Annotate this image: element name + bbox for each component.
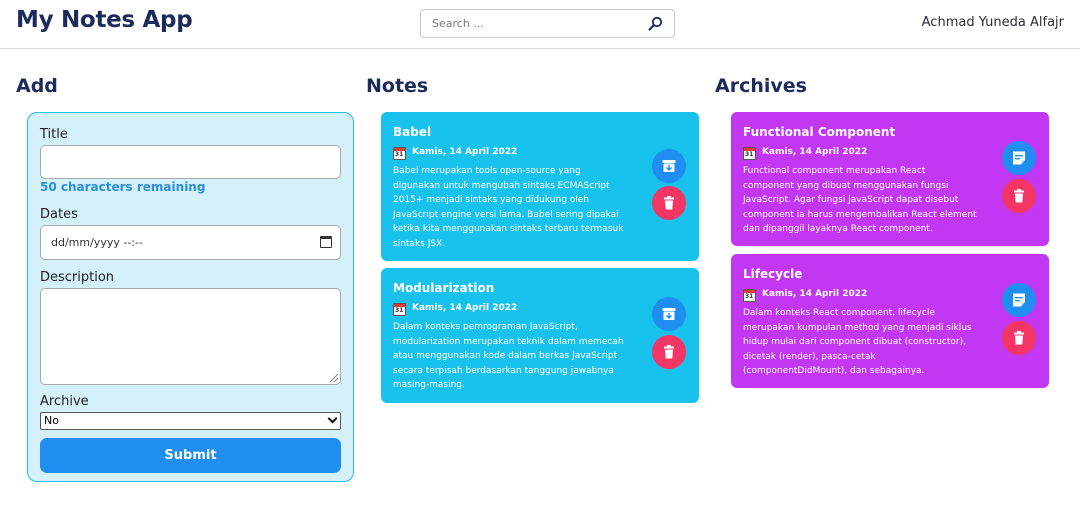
calendar-icon: 31 [743,147,756,160]
archive-body-line: Functional component merupakan React [743,166,926,176]
username: Achmad Yuneda Alfajr [921,15,1064,30]
note-card: Modularization 31 Kamis, 14 April 2022 D… [381,268,699,403]
note-body-line: JavaScript engine versi lama. Babel seri… [393,209,619,220]
archive-date: Kamis, 14 April 2022 [762,289,868,299]
archive-select[interactable]: No [40,412,341,430]
archive-title: Functional Component [743,125,896,139]
unarchive-icon [1013,293,1025,307]
title-label: Title [40,127,68,142]
delete-button[interactable] [652,186,686,220]
note-body-line: digunakan untuk mengubah sintaks ECMAScr… [393,180,610,191]
note-body-line: masing-masing. [393,380,465,390]
note-card: Babel 31 Kamis, 14 April 2022 Babel meru… [381,112,699,261]
search-input[interactable] [421,10,641,37]
unarchive-button[interactable] [1002,283,1036,317]
submit-button[interactable]: Submit [40,438,341,473]
note-date: Kamis, 14 April 2022 [412,303,518,313]
trash-icon [664,345,674,359]
description-textarea[interactable] [40,288,341,385]
trash-icon [1014,331,1024,345]
notes-section-title: Notes [366,75,429,97]
note-body: Dalam konteks pemrograman JavaScript, mo… [393,320,624,393]
note-body-line: 2015+ menjadi sintaks yang didukung oleh [393,195,590,205]
app-title: My Notes App [16,7,193,33]
archive-body-line: dan dipanggil layaknya React component. [743,224,933,234]
archive-body-line: (componentDidMount), dan sebagainya. [743,366,925,376]
delete-button[interactable] [652,335,686,369]
archive-body-line: hidup mulai dari component dibuat (const… [743,337,966,347]
archive-title: Lifecycle [743,267,803,281]
archive-card: Functional Component 31 Kamis, 14 April … [731,112,1049,246]
archive-icon [662,308,676,320]
archive-body-line: Dalam konteks React component, lifecycle [743,308,935,318]
calendar-icon: 31 [743,289,756,302]
unarchive-icon [1013,151,1025,165]
note-body-line: Dalam konteks pemrograman JavaScript, [393,322,578,332]
archive-date: Kamis, 14 April 2022 [762,147,868,157]
calendar-icon: 31 [393,303,406,316]
archives-section-title: Archives [715,75,807,97]
archive-card: Lifecycle 31 Kamis, 14 April 2022 Dalam … [731,254,1049,388]
archive-body-line: dicetak (render), pasca-cetak [743,351,876,362]
archive-body-line: merupakan kumpulan method yang menjadi s… [743,322,972,333]
note-body: Babel merupakan tools open-source yang d… [393,164,623,251]
resize-handle-icon[interactable] [330,374,338,382]
note-title: Babel [393,125,432,139]
archive-label: Archive [40,394,89,409]
calendar-picker-icon[interactable] [320,236,332,248]
unarchive-button[interactable] [1002,141,1036,175]
archive-body-line: component ia harus mengembalikan React e… [743,209,977,220]
note-body-line: ketika kita menggunakan sintaks terbaru … [393,224,624,234]
add-note-form: Title 50 characters remaining Dates dd/m… [27,112,354,482]
search-icon[interactable] [646,15,664,33]
note-body-line: modularization merupakan teknik dalam me… [393,336,624,347]
trash-icon [1014,189,1024,203]
note-title: Modularization [393,281,495,295]
chevron-down-icon [327,413,338,424]
title-input[interactable] [40,145,341,179]
dates-label: Dates [40,207,78,222]
note-body-line: secara terpisah berdasarkan tanggung jaw… [393,365,614,376]
archive-body-line: component yang dibuat menggunakan fungsi [743,180,949,191]
archive-select-value: No [44,414,59,427]
remaining-characters: 50 characters remaining [40,180,206,194]
archive-body: Dalam konteks React component, lifecycle… [743,306,972,379]
calendar-icon: 31 [393,147,406,160]
add-section-title: Add [16,75,58,97]
note-body-line: atau menggunakan kode dalam berkas JavaS… [393,351,618,361]
archive-body-line: JavaScript. Agar fungsi JavaScript dapat… [743,195,959,205]
archive-body: Functional component merupakan React com… [743,164,977,237]
trash-icon [664,196,674,210]
note-body-line: Babel merupakan tools open-source yang [393,166,581,176]
archive-button[interactable] [652,149,686,183]
note-body-line: sintaks JSX. [393,238,446,249]
archive-icon [662,160,676,172]
search-box[interactable] [420,9,675,38]
date-input-value: dd/mm/yyyy --:-- [51,236,143,249]
delete-button[interactable] [1002,179,1036,213]
note-date: Kamis, 14 April 2022 [412,147,518,157]
date-input[interactable]: dd/mm/yyyy --:-- [40,225,341,260]
delete-button[interactable] [1002,321,1036,355]
archive-button[interactable] [652,297,686,331]
description-label: Description [40,270,115,285]
app-header: My Notes App Achmad Yuneda Alfajr [0,0,1080,49]
